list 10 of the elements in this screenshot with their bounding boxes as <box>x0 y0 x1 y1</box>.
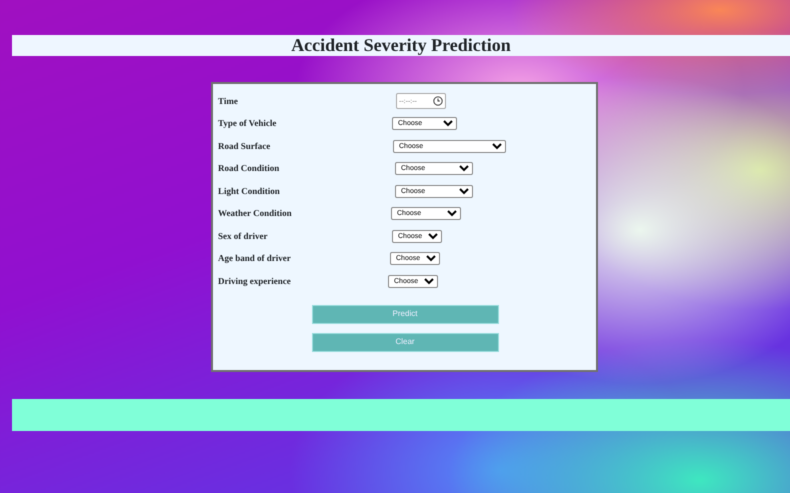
field-label: Time <box>218 94 239 108</box>
field-label: Driving experience <box>218 274 292 288</box>
field-label: Sex of driver <box>218 230 268 242</box>
page-title: Accident Severity Prediction <box>12 35 790 56</box>
field-label: Age band of driver <box>218 252 292 265</box>
field-label: Light Condition <box>218 184 281 198</box>
field-label: Road Condition <box>218 162 280 175</box>
field-label: Road Surface <box>218 140 272 152</box>
field-label: Weather Condition <box>218 207 293 220</box>
field-label: Type of Vehicle <box>218 117 278 130</box>
